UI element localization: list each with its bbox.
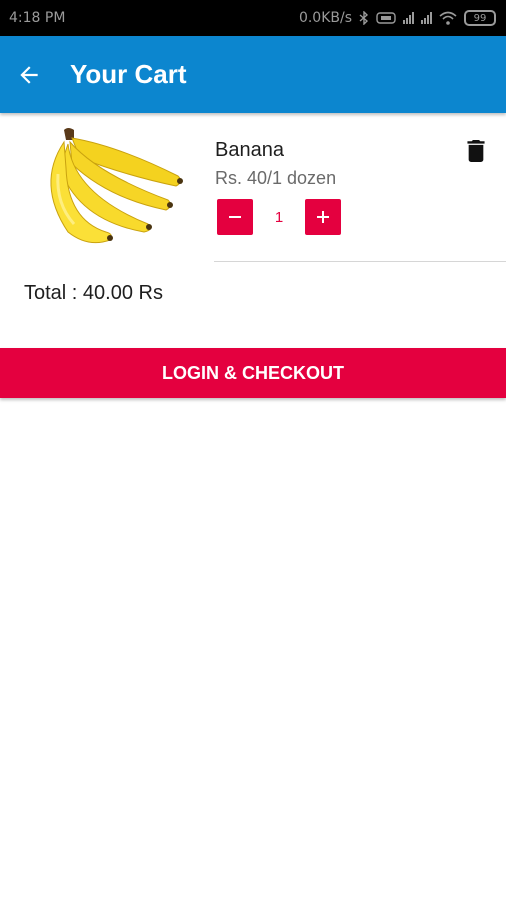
signal-icon <box>403 12 414 24</box>
back-button[interactable] <box>0 36 58 113</box>
battery-icon: 99 <box>464 10 496 26</box>
bluetooth-icon <box>359 11 369 25</box>
signal-icon <box>421 12 432 24</box>
network-speed: 0.0KB/s <box>298 10 352 26</box>
minus-icon <box>229 216 241 218</box>
status-time: 4:18 PM <box>9 10 66 26</box>
wifi-icon <box>439 11 457 25</box>
back-arrow-icon <box>20 65 38 84</box>
product-image <box>50 128 183 244</box>
login-checkout-button[interactable]: LOGIN & CHECKOUT <box>0 348 506 398</box>
decrease-quantity-button[interactable] <box>217 199 253 235</box>
battery-level: 99 <box>473 12 487 24</box>
trash-icon <box>467 140 485 162</box>
quantity-value: 1 <box>274 208 284 226</box>
plus-icon <box>317 211 329 223</box>
cart-total: Total : 40.00 Rs <box>24 282 163 304</box>
product-name: Banana <box>215 139 284 161</box>
increase-quantity-button[interactable] <box>305 199 341 235</box>
hd-icon <box>376 12 396 24</box>
status-icons: 0.0KB/s 99 <box>299 10 496 26</box>
app-bar: Your Cart <box>0 36 506 113</box>
status-bar: 4:18 PM 0.0KB/s 99 <box>0 0 506 36</box>
product-price: Rs. 40/1 dozen <box>215 168 337 188</box>
item-divider <box>214 261 506 262</box>
delete-item-button[interactable] <box>464 139 488 163</box>
page-title: Your Cart <box>70 59 187 89</box>
